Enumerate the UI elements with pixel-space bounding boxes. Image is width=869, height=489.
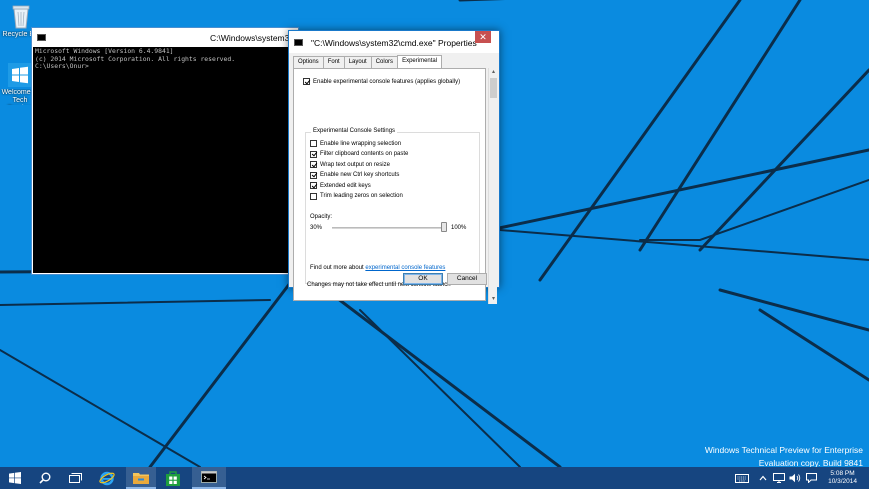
checkbox-label: Enable new Ctrl key shortcuts [320,172,400,178]
checkbox-box[interactable] [310,150,317,158]
windows-logo-icon [9,472,21,484]
scroll-up-arrow-icon[interactable]: ▴ [489,68,498,77]
opacity-max-label: 100% [451,225,467,231]
panel-scrollbar[interactable]: ▴ ▾ [488,68,497,304]
console-screen[interactable]: Microsoft Windows [Version 6.4.9841] (c) … [33,47,297,273]
tab-strip: Options Font Layout Colors Experimental [293,55,443,68]
experimental-panel: Enable experimental console features (ap… [293,68,486,301]
ie-icon [99,471,115,486]
network-button[interactable] [772,467,786,489]
volume-button[interactable] [788,467,802,489]
taskbar: 5:08 PM 10/3/2014 [0,467,869,489]
find-more-text: Find out more about [310,265,364,271]
console-icon [294,39,303,46]
task-view-icon [68,473,82,483]
experimental-features-link[interactable]: experimental console features [365,265,445,271]
tab-font[interactable]: Font [322,56,345,68]
group-title: Experimental Console Settings [311,128,398,134]
tab-options[interactable]: Options [293,56,324,68]
enable-experimental-checkbox[interactable]: Enable experimental console features (ap… [303,78,460,85]
checkbox-box[interactable] [310,161,317,168]
option-trim-leading-zeros[interactable]: Trim leading zeros on selection [310,192,403,200]
opacity-slider-thumb[interactable] [441,222,447,232]
find-more-row: Find out more about experimental console… [310,265,445,271]
action-center-button[interactable] [804,467,818,489]
opacity-min-label: 30% [310,225,323,231]
checkbox-label: Extended edit keys [320,182,371,189]
volume-icon [789,473,801,483]
dialog-titlebar[interactable]: "C:\Windows\system32\cmd.exe" Properties… [289,31,499,53]
show-hidden-icons-button[interactable] [756,467,770,489]
option-extended-edit-keys[interactable]: Extended edit keys [310,182,371,189]
command-prompt-button[interactable] [192,467,226,489]
close-button[interactable]: ✕ [475,31,491,43]
console-icon [37,34,46,41]
watermark-line1: Windows Technical Preview for Enterprise [704,445,863,455]
properties-dialog[interactable]: "C:\Windows\system32\cmd.exe" Properties… [288,30,500,304]
checkbox-box[interactable] [303,78,310,85]
console-prompt: C:\Users\Onur> [35,62,89,70]
task-view-button[interactable] [60,467,90,489]
opacity-label: Opacity: [310,214,333,220]
store-button[interactable] [158,467,188,489]
search-button[interactable] [30,467,60,489]
checkbox-label: Enable line wrapping selection [320,140,402,147]
scrollbar-thumb[interactable] [490,78,497,98]
option-line-wrapping-selection[interactable]: Enable line wrapping selection [310,140,401,147]
console-title: C:\Windows\system32 [210,33,295,43]
clock-time: 5:08 PM [830,470,855,477]
network-icon [773,473,785,483]
clock-date: 10/3/2014 [828,478,857,485]
checkbox-box[interactable] [310,140,317,147]
action-center-icon [805,473,817,483]
folder-icon [133,472,149,484]
checkbox-box[interactable] [310,192,317,200]
scroll-down-arrow-icon[interactable]: ▾ [489,295,498,304]
touch-keyboard-button[interactable] [733,467,751,489]
search-icon [39,472,51,484]
tab-experimental[interactable]: Experimental [397,55,443,68]
option-filter-clipboard[interactable]: Filter clipboard contents on paste [310,150,409,158]
checkbox-label: Wrap text output on resize [320,161,390,168]
ok-button[interactable]: OK [403,273,443,285]
windows-logo-icon [8,63,32,87]
console-window[interactable]: C:\Windows\system32 Microsoft Windows [V… [31,27,299,275]
option-wrap-text-output[interactable]: Wrap text output on resize [310,161,390,168]
checkbox-label: Enable experimental console features (ap… [313,78,461,85]
checkbox-label: Trim leading zeros on selection [320,193,403,199]
opacity-slider-track[interactable] [332,227,447,229]
option-ctrl-key-shortcuts[interactable]: Enable new Ctrl key shortcuts [310,171,400,179]
internet-explorer-button[interactable] [92,467,122,489]
tab-colors[interactable]: Colors [370,56,399,68]
chevron-up-icon [759,475,767,481]
dialog-title: "C:\Windows\system32\cmd.exe" Properties [311,38,477,48]
store-icon [166,470,180,486]
checkbox-box[interactable] [310,182,317,189]
recycle-bin-icon [12,5,30,29]
cmd-icon [201,471,217,483]
cancel-button[interactable]: Cancel [447,273,487,285]
tab-layout[interactable]: Layout [343,56,372,68]
keyboard-icon [735,473,749,483]
start-button[interactable] [0,467,30,489]
taskbar-clock[interactable]: 5:08 PM 10/3/2014 [828,470,857,486]
console-titlebar[interactable]: C:\Windows\system32 [32,28,298,47]
watermark-line2: Evaluation copy. Build 9841 [758,458,863,467]
checkbox-box[interactable] [310,171,317,179]
checkbox-label: Filter clipboard contents on paste [320,151,409,157]
file-explorer-button[interactable] [126,467,156,489]
